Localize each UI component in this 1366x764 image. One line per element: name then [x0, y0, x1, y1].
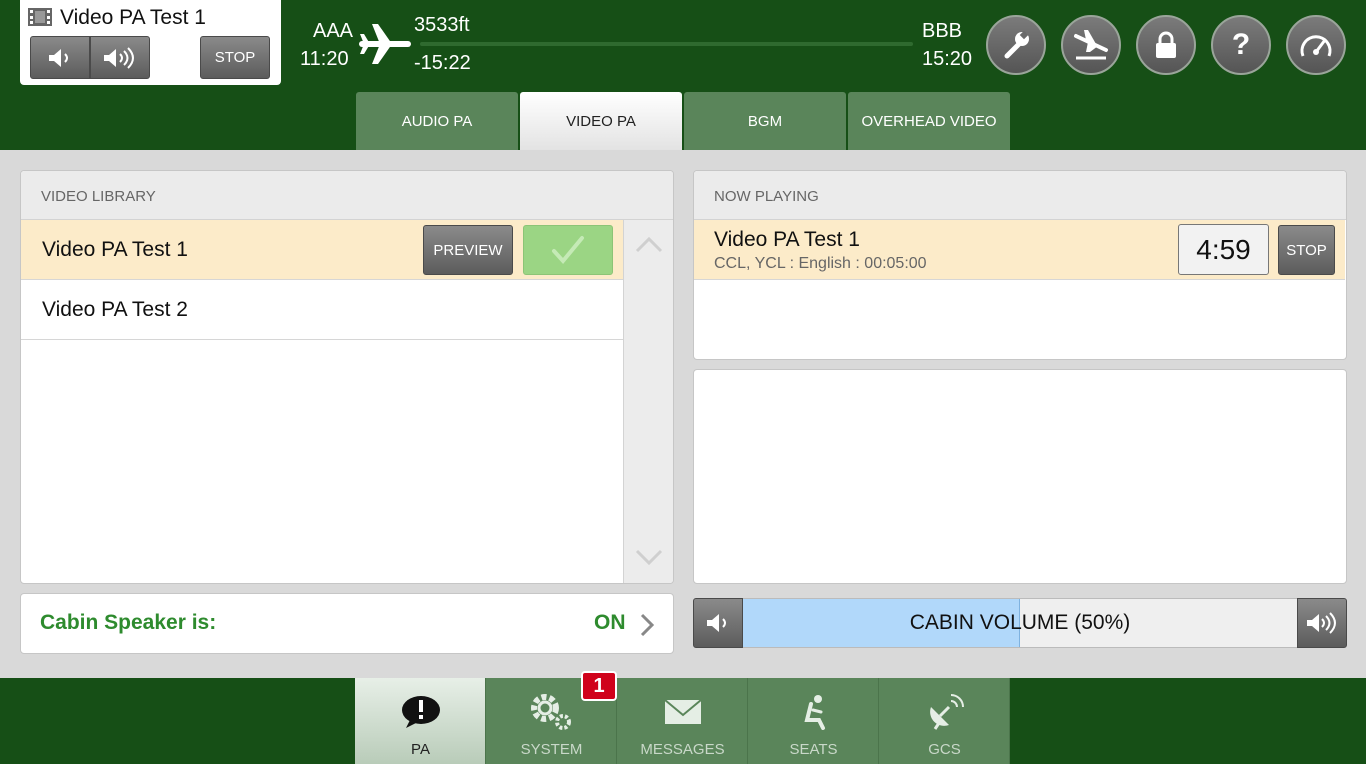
video-library-panel: VIDEO LIBRARY Video PA Test 1 PREVIEW Vi…	[20, 170, 674, 584]
nav-messages[interactable]: MESSAGES	[617, 678, 748, 764]
speaker-low-icon	[707, 614, 726, 632]
tab-video-pa[interactable]: VIDEO PA	[520, 92, 682, 150]
airplane-landing-icon	[1074, 30, 1108, 60]
cabin-volume-down-button[interactable]	[693, 598, 743, 648]
cabin-speaker-toggle[interactable]: Cabin Speaker is: ON	[20, 593, 674, 654]
speaker-high-icon	[104, 46, 134, 69]
video-preview-area	[693, 369, 1347, 584]
now-playing-row: Video PA Test 1 CCL, YCL : English : 00:…	[694, 220, 1345, 280]
scroll-down-icon[interactable]	[634, 548, 664, 566]
mini-volume-down-button[interactable]	[30, 36, 90, 79]
flight-progress-track	[420, 42, 913, 46]
library-item-video-pa-test-2[interactable]: Video PA Test 2	[21, 280, 623, 340]
destination-time: 15:20	[922, 48, 973, 70]
cabin-volume-control: CABIN VOLUME (50%)	[693, 598, 1347, 648]
nav-messages-label: MESSAGES	[640, 741, 725, 758]
nav-seats[interactable]: SEATS	[748, 678, 879, 764]
nav-pa-label: PA	[411, 741, 430, 758]
cabin-speaker-status: ON	[594, 611, 626, 634]
wrench-icon	[1004, 30, 1029, 59]
maintenance-button[interactable]	[986, 15, 1046, 75]
gauge-icon	[1300, 35, 1332, 57]
preview-button[interactable]: PREVIEW	[423, 225, 513, 275]
pa-speech-icon	[401, 696, 440, 728]
tab-overhead-video[interactable]: OVERHEAD VIDEO	[848, 92, 1010, 150]
library-item-label: Video PA Test 1	[42, 238, 188, 261]
question-mark-icon: ?	[1231, 28, 1251, 61]
satellite-dish-icon	[929, 694, 964, 730]
flight-info: AAA 11:20 3533ft -15:22 BBB 15:20	[290, 0, 980, 90]
cabin-speaker-label: Cabin Speaker is:	[40, 611, 217, 634]
now-playing-details: CCL, YCL : English : 00:05:00	[714, 255, 927, 272]
system-notification-badge: 1	[581, 671, 617, 701]
origin-code: AAA	[313, 20, 354, 42]
countdown-timer: 4:59	[1178, 224, 1269, 275]
speaker-low-icon	[49, 48, 68, 67]
library-scrollbar[interactable]	[623, 220, 673, 583]
now-playing-header: NOW PLAYING	[694, 171, 1346, 220]
flight-mode-button[interactable]	[1061, 15, 1121, 75]
scroll-up-icon[interactable]	[634, 236, 664, 254]
time-remaining: -15:22	[414, 52, 471, 74]
mini-volume-up-button[interactable]	[90, 36, 150, 79]
library-item-video-pa-test-1[interactable]: Video PA Test 1 PREVIEW	[21, 220, 623, 280]
chevron-right-icon	[640, 613, 655, 637]
top-bar: Video PA Test 1 STOP AAA 11:20 3533ft -1…	[0, 0, 1366, 150]
airplane-icon	[359, 24, 411, 64]
seat-icon	[803, 695, 825, 730]
destination-code: BBB	[922, 20, 963, 42]
nav-system-label: SYSTEM	[520, 741, 583, 758]
film-icon	[28, 8, 52, 26]
dashboard-button[interactable]	[1286, 15, 1346, 75]
now-playing-title: Video PA Test 1	[714, 228, 860, 251]
now-playing-mini-card: Video PA Test 1 STOP	[20, 0, 281, 85]
play-confirm-button[interactable]	[523, 225, 613, 275]
gears-icon	[530, 694, 571, 730]
library-item-label: Video PA Test 2	[42, 298, 188, 321]
help-button[interactable]: ?	[1211, 15, 1271, 75]
origin-time: 11:20	[300, 48, 349, 70]
tab-audio-pa[interactable]: AUDIO PA	[356, 92, 518, 150]
lock-icon	[1156, 31, 1176, 58]
video-library-header: VIDEO LIBRARY	[21, 171, 673, 220]
now-playing-mini-title: Video PA Test 1	[60, 6, 206, 29]
nav-seats-label: SEATS	[789, 741, 838, 758]
tab-bgm[interactable]: BGM	[684, 92, 846, 150]
cabin-volume-up-button[interactable]	[1297, 598, 1347, 648]
envelope-icon	[663, 699, 702, 724]
nav-gcs-label: GCS	[928, 741, 961, 758]
speaker-high-icon	[1307, 612, 1336, 634]
altitude: 3533ft	[414, 14, 470, 36]
mini-stop-button[interactable]: STOP	[200, 36, 270, 79]
bottom-nav: PA SYSTEM MESSAGES SEATS GCS	[0, 678, 1366, 764]
lock-button[interactable]	[1136, 15, 1196, 75]
cabin-volume-label: CABIN VOLUME (50%)	[909, 611, 1131, 634]
nav-gcs[interactable]: GCS	[879, 678, 1010, 764]
now-playing-stop-button[interactable]: STOP	[1278, 225, 1335, 275]
checkmark-icon	[552, 236, 584, 265]
nav-pa[interactable]: PA	[355, 678, 486, 764]
cabin-volume-slider[interactable]: CABIN VOLUME (50%)	[743, 598, 1297, 648]
now-playing-panel: NOW PLAYING Video PA Test 1 CCL, YCL : E…	[693, 170, 1347, 360]
